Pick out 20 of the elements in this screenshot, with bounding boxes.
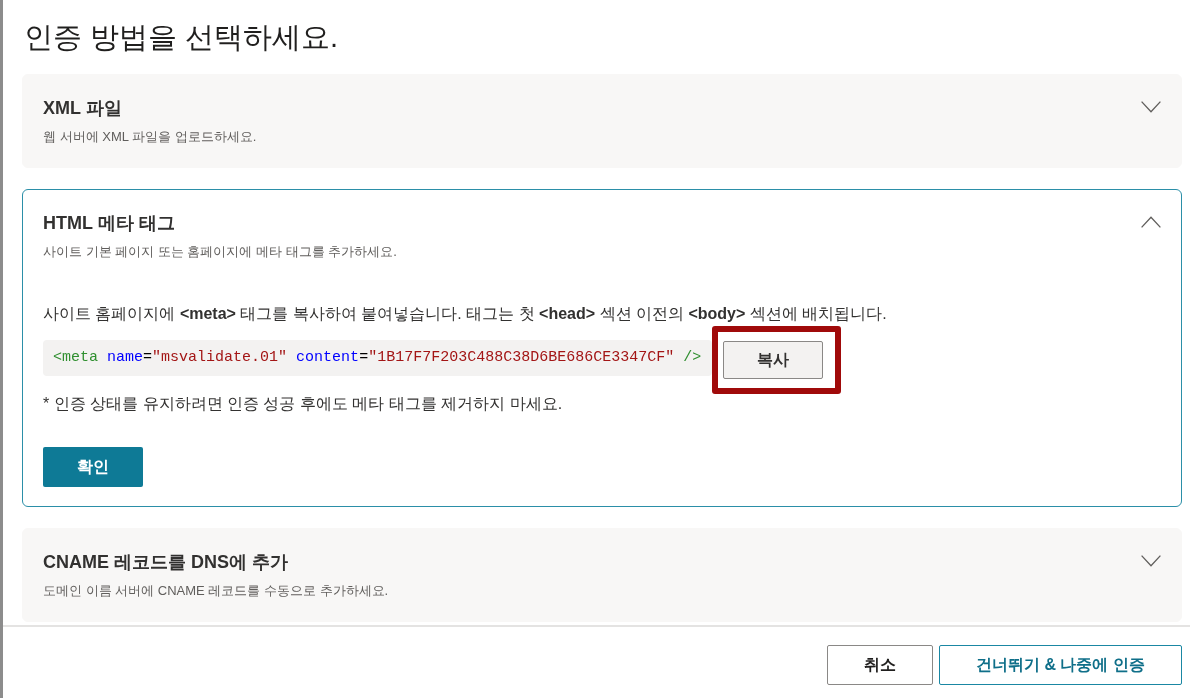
confirm-button[interactable]: 확인 <box>43 447 143 487</box>
code-snippet: <meta name="msvalidate.01" content="1B17F7F203C488C38D6BE686CE3347CF" /> <box>43 340 713 376</box>
method-title: HTML 메타 태그 <box>43 212 176 235</box>
note-text: * 인증 상태를 유지하려면 인증 성공 후에도 메타 태그를 제거하지 마세요. <box>43 394 564 414</box>
dialog-title: 인증 방법을 선택하세요. <box>24 20 340 55</box>
cancel-button[interactable]: 취소 <box>827 645 933 685</box>
copy-button[interactable]: 복사 <box>723 341 824 379</box>
method-description: 도메인 이름 서버에 CNAME 레코드를 수동으로 추가하세요. <box>43 582 389 600</box>
chevron-up-icon[interactable] <box>1141 216 1161 228</box>
method-card[interactable] <box>22 189 1182 507</box>
method-title: CNAME 레코드를 DNS에 추가 <box>43 551 289 574</box>
method-card[interactable]: CNAME 레코드를 DNS에 추가 도메인 이름 서버에 CNAME 레코드를 수동으로 추가하세요. <box>22 528 1182 622</box>
method-card[interactable]: XML 파일 웹 서버에 XML 파일을 업로드하세요. <box>22 74 1182 168</box>
chevron-down-icon[interactable] <box>1141 101 1161 113</box>
method-description: 웹 서버에 XML 파일을 업로드하세요. <box>43 128 257 146</box>
instruction-text: 사이트 홈페이지에 <meta> 태그를 복사하여 붙여넣습니다. 태그는 첫 <head> 섹션 이전의 <body> 섹션에 배치됩니다. <box>43 304 888 324</box>
skip-button[interactable]: 건너뛰기 & 나중에 인증 <box>939 645 1182 685</box>
chevron-down-icon[interactable] <box>1141 555 1161 567</box>
method-description: 사이트 기본 페이지 또는 홈페이지에 메타 태그를 추가하세요. <box>43 243 397 261</box>
method-title: XML 파일 <box>43 97 123 120</box>
